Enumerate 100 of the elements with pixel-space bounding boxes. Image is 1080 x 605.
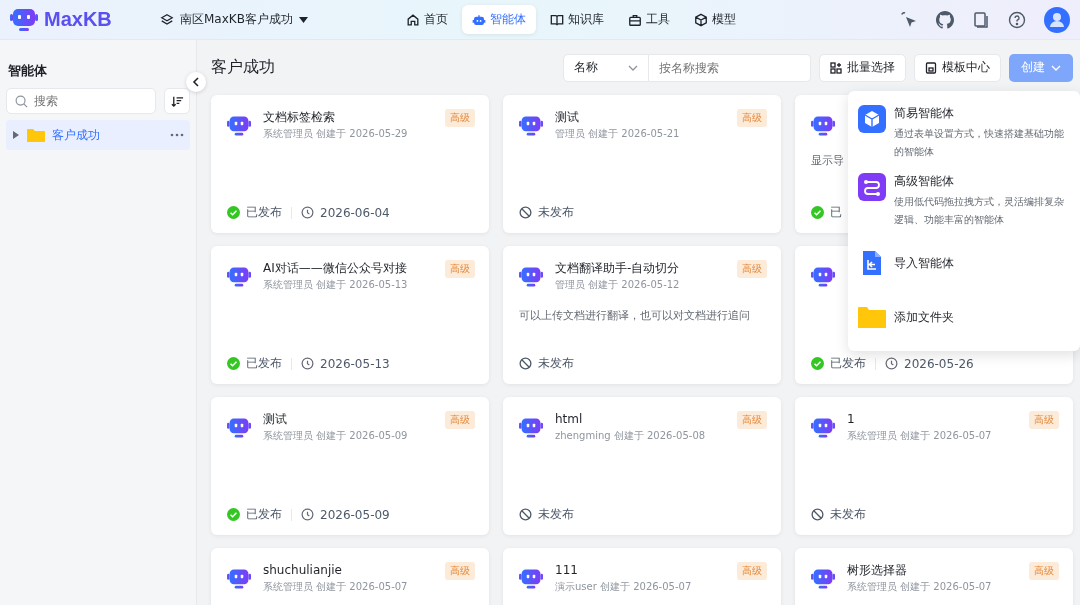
agent-card[interactable]: 111 演示user 创建于 2026-05-07 高级: [503, 548, 781, 605]
agent-card[interactable]: 文档标签检索 系统管理员 创建于 2026-05-29 高级 已发布 2026-06-04: [211, 95, 489, 233]
status-label: 已发布: [246, 355, 282, 372]
template-icon: [925, 61, 937, 74]
sidebar-title: 智能体: [7, 62, 48, 80]
card-meta: 系统管理员 创建于 2026-05-29: [263, 127, 409, 141]
level-tag: 高级: [445, 109, 475, 127]
robot-icon: [227, 568, 251, 590]
card-meta: 管理员 创建于 2026-05-21: [555, 127, 681, 141]
card-meta: 演示user 创建于 2026-05-07: [555, 580, 693, 594]
publish-date: 2026-05-09: [320, 507, 390, 522]
robot-icon: [227, 417, 251, 439]
level-tag: 高级: [737, 411, 767, 429]
menu-item[interactable]: 高级智能体 使用低代码拖拉拽方式，灵活编排复杂逻辑、功能丰富的智能体: [848, 167, 1080, 235]
sort-icon: [170, 94, 184, 108]
card-title: 1: [847, 411, 856, 427]
level-tag: 高级: [737, 260, 767, 278]
card-meta: 系统管理员 创建于 2026-05-09: [263, 429, 409, 443]
filter-select[interactable]: 名称: [563, 53, 649, 82]
card-meta: 系统管理员 创建于 2026-05-07: [847, 429, 993, 443]
clock-icon: [301, 508, 314, 521]
clock-icon: [301, 357, 314, 370]
robot-icon: [811, 266, 835, 288]
robot-icon: [472, 12, 486, 27]
github-icon[interactable]: [936, 10, 954, 29]
status-label: 已发布: [246, 204, 282, 221]
clock-icon: [301, 206, 314, 219]
robot-logo-icon: [10, 7, 38, 32]
card-title: AI对话——微信公众号对接: [263, 260, 408, 276]
template-button[interactable]: 模板中心: [914, 53, 1001, 82]
card-title: 111: [555, 562, 579, 578]
agent-card[interactable]: AI对话——微信公众号对接 系统管理员 创建于 2026-05-13 高级 已发布 2026-05-13: [211, 246, 489, 384]
caret-icon[interactable]: [12, 131, 20, 139]
menu-item[interactable]: 简易智能体 通过表单设置方式，快速搭建基础功能的智能体: [848, 99, 1080, 167]
chevron-left-icon: [192, 77, 200, 87]
clock-icon: [885, 357, 898, 370]
workspace-selector[interactable]: 南区MaxKB客户成功: [160, 11, 396, 28]
agent-card[interactable]: 测试 系统管理员 创建于 2026-05-09 高级 已发布 2026-05-09: [211, 397, 489, 535]
card-meta: zhengming 创建于 2026-05-08: [555, 429, 707, 443]
book-icon[interactable]: [972, 10, 990, 29]
status-label: 未发布: [830, 506, 866, 523]
more-icon[interactable]: [170, 133, 184, 137]
agent-card[interactable]: 1 系统管理员 创建于 2026-05-07 高级 未发布: [795, 397, 1073, 535]
menu-item[interactable]: 添加文件夹: [848, 291, 1080, 343]
caret-icon: [298, 16, 308, 23]
nav-tab[interactable]: 智能体: [462, 5, 536, 34]
card-title: html: [555, 411, 584, 427]
sort-button[interactable]: [164, 88, 190, 114]
cube-icon: [694, 12, 708, 27]
folder-icon: [27, 127, 45, 143]
book-icon: [550, 12, 564, 27]
nav-tab[interactable]: 模型: [684, 5, 746, 34]
robot-icon: [227, 115, 251, 137]
batch-select-button[interactable]: 批量选择: [819, 53, 906, 82]
status-label: 未发布: [538, 355, 574, 372]
publish-date: 2026-05-26: [904, 356, 974, 371]
search-field[interactable]: 按名称搜索: [649, 53, 811, 82]
status-label: 未发布: [538, 506, 574, 523]
search-icon: [15, 95, 28, 108]
agent-card[interactable]: 树形选择器 系统管理员 创建于 2026-05-07 高级: [795, 548, 1073, 605]
card-meta: 系统管理员 创建于 2026-05-13: [263, 278, 409, 292]
folder-tree-item[interactable]: 客户成功: [6, 120, 190, 150]
user-avatar-icon[interactable]: [1044, 6, 1070, 33]
agent-card[interactable]: 文档翻译助手-自动切分 管理员 创建于 2026-05-12 高级 可以上传文档进行翻译，也可以对文档进行追问 未发布: [503, 246, 781, 384]
search-field[interactable]: 搜索: [6, 88, 156, 114]
menu-item[interactable]: 导入智能体: [848, 235, 1080, 291]
card-title: 测试: [263, 411, 288, 427]
robot-icon: [227, 266, 251, 288]
publish-date: 2026-05-13: [320, 356, 390, 371]
card-title: shuchulianjie: [263, 562, 343, 578]
layers-icon: [160, 12, 174, 27]
cursor-icon[interactable]: [900, 10, 918, 29]
card-title: 文档翻译助手-自动切分: [555, 260, 681, 276]
status-label: 已: [830, 204, 842, 221]
level-tag: 高级: [737, 562, 767, 580]
card-meta: 系统管理员 创建于 2026-05-07: [263, 580, 409, 594]
app-logo: MaxKB: [44, 8, 112, 31]
robot-icon: [811, 115, 835, 137]
collapse-button[interactable]: [186, 72, 206, 92]
status-label: 已发布: [246, 506, 282, 523]
robot-icon: [811, 568, 835, 590]
card-meta: 管理员 创建于 2026-05-12: [555, 278, 681, 292]
nav-tab[interactable]: 工具: [618, 5, 680, 34]
robot-icon: [811, 417, 835, 439]
agent-card[interactable]: 测试 管理员 创建于 2026-05-21 高级 未发布: [503, 95, 781, 233]
card-description: 显示导: [811, 153, 845, 168]
agent-card[interactable]: html zhengming 创建于 2026-05-08 高级 未发布: [503, 397, 781, 535]
agent-card[interactable]: shuchulianjie 系统管理员 创建于 2026-05-07 高级: [211, 548, 489, 605]
level-tag: 高级: [445, 411, 475, 429]
flow-icon: [858, 173, 886, 201]
publish-date: 2026-06-04: [320, 205, 390, 220]
level-tag: 高级: [1029, 562, 1059, 580]
help-icon[interactable]: [1008, 10, 1026, 29]
status-label: 未发布: [538, 204, 574, 221]
robot-icon: [519, 115, 543, 137]
nav-tab[interactable]: 知识库: [540, 5, 614, 34]
page-title: 客户成功: [211, 57, 275, 78]
robot-icon: [519, 417, 543, 439]
nav-tab[interactable]: 首页: [396, 5, 458, 34]
home-icon: [406, 12, 420, 27]
